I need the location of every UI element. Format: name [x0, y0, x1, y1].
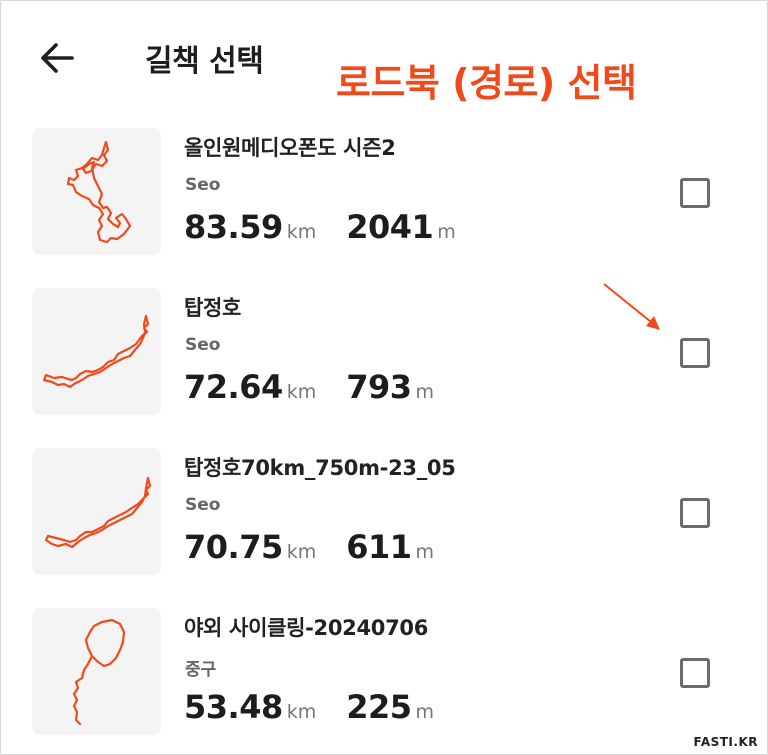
elevation-value: 793: [346, 368, 412, 406]
route-item[interactable]: 탑정호70km_750m-23_05 Seo 70.75 km 611 m: [0, 440, 768, 590]
route-item[interactable]: 올인원메디오폰도 시즌2 Seo 83.59 km 2041 m: [0, 120, 768, 270]
route-name: 야외 사이클링-20240706: [184, 616, 429, 640]
route-thumbnail: [32, 608, 161, 735]
route-owner: Seo: [185, 175, 221, 195]
route-thumbnail: [32, 128, 161, 255]
route-item[interactable]: 야외 사이클링-20240706 중구 53.48 km 225 m: [0, 600, 768, 750]
route-thumbnail: [32, 288, 161, 415]
route-map-icon: [44, 476, 152, 549]
app-header: 길책 선택 로드북 (경로) 선택: [0, 0, 768, 110]
distance-unit: km: [286, 701, 317, 723]
distance-unit: km: [286, 221, 317, 243]
route-map-icon: [66, 140, 132, 244]
distance-value: 70.75: [184, 528, 283, 566]
route-stats: 72.64 km 793 m: [184, 368, 434, 418]
distance-value: 53.48: [184, 688, 283, 726]
route-owner: Seo: [185, 335, 221, 355]
route-stats: 83.59 km 2041 m: [184, 208, 456, 258]
route-name: 탑정호70km_750m-23_05: [184, 456, 456, 480]
page-title: 길책 선택: [145, 44, 264, 79]
elevation-unit: m: [415, 701, 435, 723]
elevation-value: 225: [346, 688, 412, 726]
elevation-unit: m: [415, 381, 435, 403]
arrow-left-icon: [41, 43, 74, 73]
route-select-checkbox[interactable]: [680, 338, 710, 368]
route-select-checkbox[interactable]: [680, 658, 710, 688]
route-map-icon: [72, 618, 126, 726]
distance-unit: km: [286, 381, 317, 403]
watermark: FASTI.KR: [693, 735, 758, 749]
route-select-checkbox[interactable]: [680, 178, 710, 208]
route-select-checkbox[interactable]: [680, 498, 710, 528]
elevation-unit: m: [437, 221, 456, 243]
route-owner: 중구: [185, 660, 217, 680]
route-map-icon: [42, 314, 150, 389]
elevation-unit: m: [415, 541, 435, 563]
route-name: 올인원메디오폰도 시즌2: [184, 136, 396, 160]
route-stats: 53.48 km 225 m: [184, 688, 434, 738]
annotation-arrow-icon: [603, 283, 660, 330]
route-owner: Seo: [185, 495, 221, 515]
distance-value: 72.64: [184, 368, 283, 406]
route-thumbnail: [32, 448, 161, 575]
distance-value: 83.59: [184, 208, 283, 246]
distance-unit: km: [286, 541, 317, 563]
route-stats: 70.75 km 611 m: [184, 528, 434, 578]
annotation-title: 로드북 (경로) 선택: [336, 61, 637, 105]
route-name: 탑정호: [184, 296, 242, 320]
elevation-value: 611: [346, 528, 412, 566]
back-button[interactable]: [36, 38, 78, 78]
elevation-value: 2041: [346, 208, 434, 246]
